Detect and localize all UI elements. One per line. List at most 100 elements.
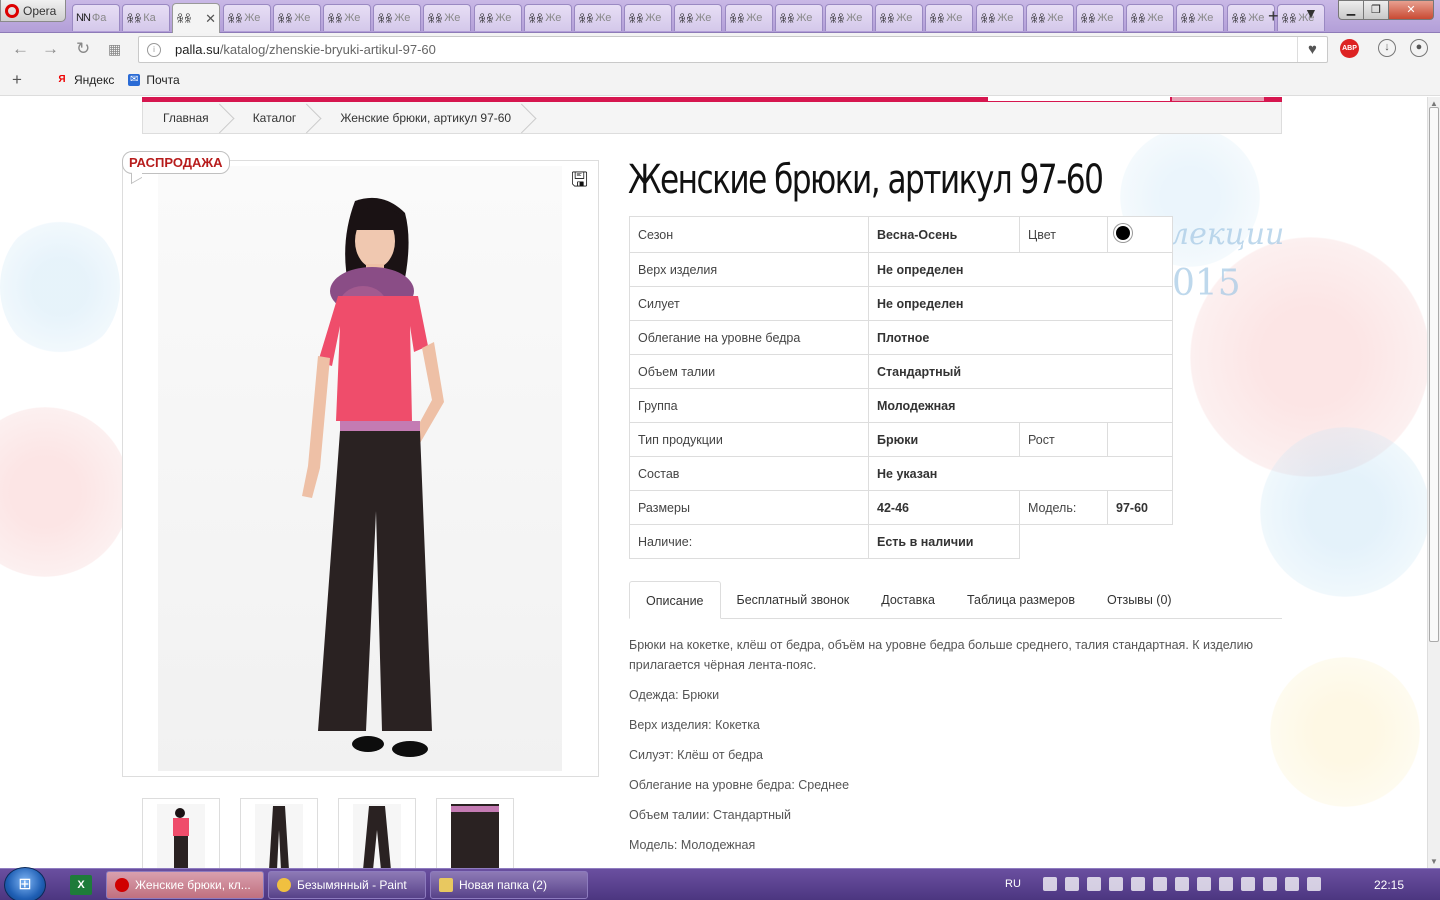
display-icon[interactable] bbox=[1042, 877, 1057, 891]
tab-description[interactable]: Описание bbox=[629, 581, 721, 619]
bookmark-heart-icon[interactable]: ♥ bbox=[1297, 37, 1327, 62]
browser-tab[interactable]: ꆜꆜ Же bbox=[574, 4, 622, 31]
tab-title: Же bbox=[495, 12, 512, 24]
property-row: Состав Не указан bbox=[629, 456, 1173, 491]
browser-tab[interactable]: ꆜꆜ Же bbox=[825, 4, 873, 31]
browser-tab[interactable]: ꆜꆜ Же bbox=[373, 4, 421, 31]
clipboard-icon[interactable] bbox=[1108, 877, 1123, 891]
torrent-icon[interactable] bbox=[1218, 877, 1233, 891]
page-scrollbar[interactable]: ▲ ▼ bbox=[1427, 97, 1440, 868]
speed-dial-grid-icon[interactable]: ▦ bbox=[108, 41, 121, 58]
excel-icon[interactable]: X bbox=[70, 875, 92, 895]
browser-tab[interactable]: ꆜꆜ Же bbox=[1076, 4, 1124, 31]
browser-tab[interactable]: ꆜꆜ Же bbox=[524, 4, 572, 31]
thumbnail-image bbox=[255, 804, 303, 868]
scrollbar-thumb[interactable] bbox=[1429, 107, 1439, 642]
taskbar-button-folder[interactable]: Новая папка (2) bbox=[430, 871, 588, 899]
browser-tab[interactable]: ꆜꆜ Же bbox=[1026, 4, 1074, 31]
property-value bbox=[1107, 422, 1173, 457]
browser-tab[interactable]: ꆜꆜ Же bbox=[323, 4, 371, 31]
window-minimize-button[interactable]: ▁ bbox=[1338, 0, 1364, 20]
save-disk-icon[interactable]: 🖫 bbox=[571, 165, 591, 191]
back-arrow-icon[interactable]: ← bbox=[12, 39, 29, 59]
browser-tab[interactable]: NN Фа bbox=[72, 4, 120, 31]
property-key: Верх изделия bbox=[629, 252, 869, 287]
tab-size-chart[interactable]: Таблица размеров bbox=[951, 581, 1091, 619]
product-thumbnail[interactable] bbox=[142, 798, 220, 868]
header-search-field[interactable] bbox=[988, 97, 1170, 101]
browser-tab[interactable]: ꆜꆜ Же bbox=[223, 4, 271, 31]
breadcrumb-home-link[interactable]: Главная bbox=[143, 102, 233, 134]
language-indicator[interactable]: RU bbox=[1005, 878, 1021, 890]
browser-tab[interactable]: ꆜꆜ Же bbox=[875, 4, 923, 31]
tab-close-icon[interactable]: ✕ bbox=[205, 11, 216, 27]
url-field[interactable]: i palla.su/katalog/zhenskie-bryuki-artik… bbox=[138, 36, 1328, 63]
browser-tab[interactable]: ꆜꆜ Же bbox=[1126, 4, 1174, 31]
product-thumbnail[interactable] bbox=[338, 798, 416, 868]
downloads-icon[interactable]: ↓ bbox=[1378, 39, 1396, 57]
browser-tab[interactable]: ꆜꆜ Же bbox=[674, 4, 722, 31]
browser-tab[interactable]: ꆜꆜ Же bbox=[976, 4, 1024, 31]
product-thumbnail[interactable] bbox=[436, 798, 514, 868]
browser-tab[interactable]: ꆜꆜ Же bbox=[423, 4, 471, 31]
antivirus-icon[interactable] bbox=[1064, 877, 1079, 891]
tab-free-call[interactable]: Бесплатный звонок bbox=[721, 581, 866, 619]
windows-start-button[interactable]: ⊞ bbox=[4, 867, 46, 900]
tab-title: Же bbox=[1097, 12, 1114, 24]
browser-tab[interactable]: ꆜꆜ Же bbox=[925, 4, 973, 31]
tab-title: Же bbox=[645, 12, 662, 24]
adblock-plus-icon[interactable]: ABP bbox=[1340, 39, 1359, 58]
browser-tab[interactable]: ꆜꆜ Же bbox=[725, 4, 773, 31]
address-toolbar: ← → ↻ ▦ i palla.su/katalog/zhenskie-bryu… bbox=[0, 33, 1440, 65]
browser-tab[interactable]: ꆜꆜ Же bbox=[624, 4, 672, 31]
account-icon[interactable]: ● bbox=[1410, 39, 1428, 57]
opera-menu-button[interactable]: Opera bbox=[0, 0, 66, 22]
window-close-button[interactable]: ✕ bbox=[1388, 0, 1434, 20]
product-photo[interactable] bbox=[158, 166, 562, 771]
browser-tab[interactable]: ꆜꆜ Же bbox=[273, 4, 321, 31]
tab-reviews[interactable]: Отзывы (0) bbox=[1091, 581, 1188, 619]
url-text[interactable]: palla.su/katalog/zhenskie-bryuki-artikul… bbox=[175, 42, 436, 57]
product-thumbnail[interactable] bbox=[240, 798, 318, 868]
scroll-down-arrow-icon[interactable]: ▼ bbox=[1430, 857, 1438, 866]
browser-tab[interactable]: ꆜꆜ Же bbox=[474, 4, 522, 31]
settings-icon[interactable] bbox=[1306, 877, 1321, 891]
tab-list-menu-icon[interactable]: ▼ bbox=[1304, 5, 1318, 21]
add-bookmark-icon[interactable]: + bbox=[12, 70, 42, 90]
site-info-icon[interactable]: i bbox=[147, 42, 161, 57]
new-tab-button[interactable]: + bbox=[1268, 6, 1279, 27]
browser-tab[interactable]: ꆜꆜ Ка bbox=[122, 4, 170, 31]
browser-tray-icon[interactable] bbox=[1196, 877, 1211, 891]
browser-tab[interactable]: ꆜꆜ ✕ bbox=[172, 3, 220, 33]
property-key: Наличие: bbox=[629, 524, 869, 559]
forward-arrow-icon[interactable]: → bbox=[42, 39, 59, 59]
system-clock[interactable]: 22:15 bbox=[1374, 878, 1404, 892]
media-icon[interactable] bbox=[1130, 877, 1145, 891]
signal-bars-icon[interactable] bbox=[1174, 877, 1189, 891]
browser-tab[interactable]: ꆜꆜ Же bbox=[1176, 4, 1224, 31]
breadcrumb-catalog-link[interactable]: Каталог bbox=[233, 102, 321, 134]
property-value: Брюки bbox=[868, 422, 1020, 457]
tab-title: Ка bbox=[143, 12, 156, 24]
tab-delivery[interactable]: Доставка bbox=[865, 581, 951, 619]
bookmark-mail[interactable]: ✉ Почта bbox=[128, 73, 180, 87]
volume-icon[interactable] bbox=[1240, 877, 1255, 891]
tab-favicon-icon: ꆜꆜ bbox=[277, 13, 293, 26]
tab-favicon-icon: ꆜꆜ bbox=[879, 13, 895, 26]
paint-icon bbox=[277, 878, 291, 892]
header-search-button[interactable] bbox=[1172, 97, 1264, 101]
network-icon[interactable] bbox=[1152, 877, 1167, 891]
property-key: Модель: bbox=[1019, 490, 1108, 525]
taskbar-button-opera[interactable]: Женские брюки, кл... bbox=[106, 871, 264, 899]
shield-icon[interactable] bbox=[1086, 877, 1101, 891]
product-photo-frame[interactable]: 🖫 bbox=[122, 160, 599, 777]
reload-icon[interactable]: ↻ bbox=[76, 39, 90, 59]
bookmark-yandex[interactable]: Я Яндекс bbox=[56, 73, 114, 87]
color-swatch[interactable] bbox=[1116, 226, 1130, 240]
window-restore-button[interactable]: ❐ bbox=[1363, 0, 1389, 20]
keyboard-icon[interactable] bbox=[1262, 877, 1277, 891]
browser-tab[interactable]: ꆜꆜ Же bbox=[775, 4, 823, 31]
monitor-icon[interactable] bbox=[1284, 877, 1299, 891]
background-flower bbox=[0, 217, 120, 357]
taskbar-button-paint[interactable]: Безымянный - Paint bbox=[268, 871, 426, 899]
